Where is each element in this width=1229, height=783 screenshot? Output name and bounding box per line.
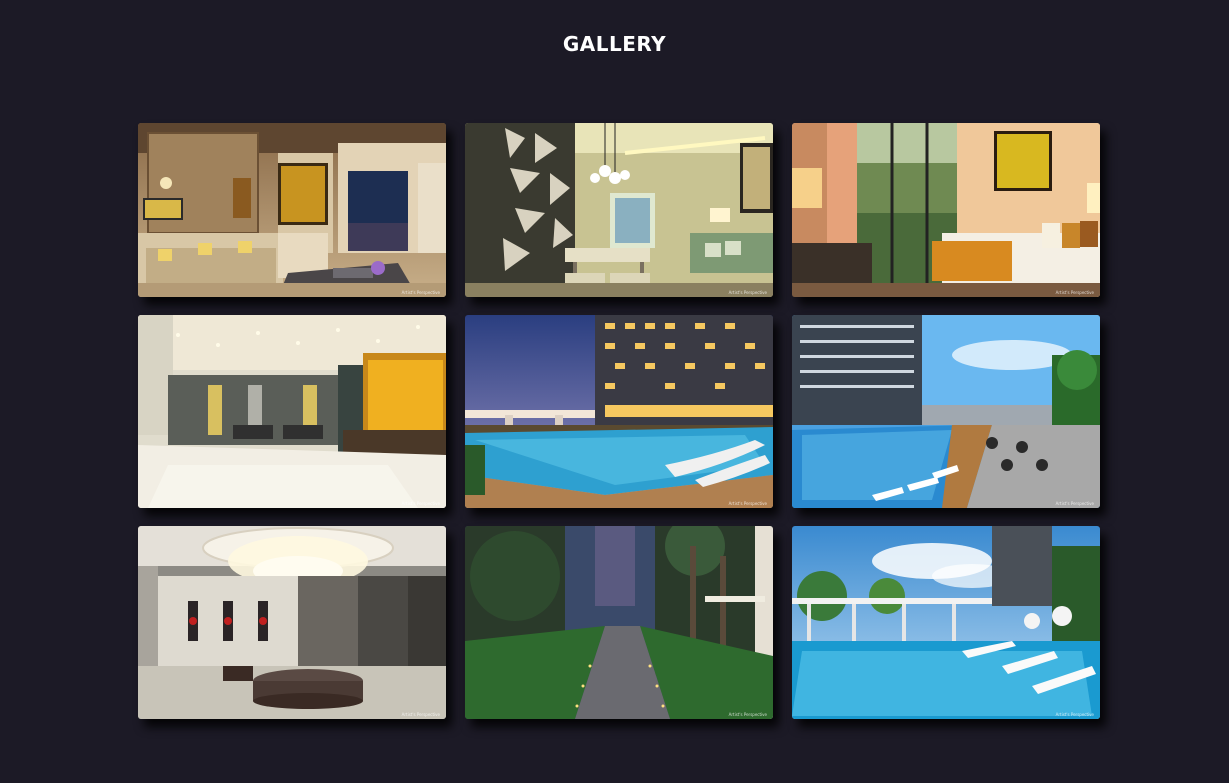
gallery-item-lobby[interactable]: Artist's Perspective xyxy=(138,315,446,508)
bedroom-image xyxy=(792,123,1100,297)
gallery-item-lobby-chandelier[interactable]: Artist's Perspective xyxy=(138,526,446,719)
gallery-item-caption: Artist's Perspective xyxy=(401,712,440,717)
gallery-item-caption: Artist's Perspective xyxy=(728,290,767,295)
gallery-item-caption: Artist's Perspective xyxy=(1055,501,1094,506)
gallery-item-garden-walkway[interactable]: Artist's Perspective xyxy=(465,526,773,719)
dining-area-image xyxy=(465,123,773,297)
gallery-item-caption: Artist's Perspective xyxy=(1055,712,1094,717)
gallery-item-pool-deck[interactable]: Artist's Perspective xyxy=(792,315,1100,508)
lobby-image xyxy=(138,315,446,508)
garden-walkway-image xyxy=(465,526,773,719)
gallery-item-caption: Artist's Perspective xyxy=(728,712,767,717)
pool-cabanas-image xyxy=(792,526,1100,719)
gallery-title: GALLERY xyxy=(562,32,667,56)
pool-deck-image xyxy=(792,315,1100,508)
gallery-item-pool-cabanas[interactable]: Artist's Perspective xyxy=(792,526,1100,719)
gallery-item-caption: Artist's Perspective xyxy=(728,501,767,506)
gallery-item-pool-dusk[interactable]: Artist's Perspective xyxy=(465,315,773,508)
pool-dusk-image xyxy=(465,315,773,508)
lobby-chandelier-image xyxy=(138,526,446,719)
living-room-image xyxy=(138,123,446,297)
gallery-item-dining-area[interactable]: Artist's Perspective xyxy=(465,123,773,297)
gallery-item-living-room[interactable]: Artist's Perspective xyxy=(138,123,446,297)
gallery-item-caption: Artist's Perspective xyxy=(401,501,440,506)
gallery-item-caption: Artist's Perspective xyxy=(401,290,440,295)
gallery-item-bedroom[interactable]: Artist's Perspective xyxy=(792,123,1100,297)
gallery-item-caption: Artist's Perspective xyxy=(1055,290,1094,295)
